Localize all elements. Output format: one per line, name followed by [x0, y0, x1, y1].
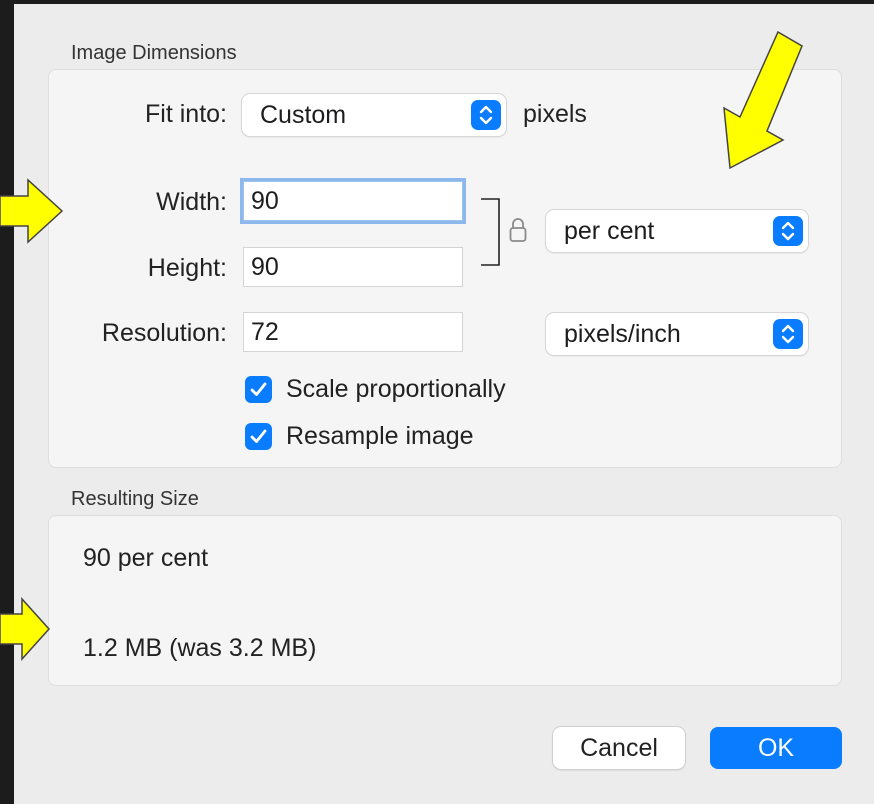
height-field[interactable]: 90 [243, 247, 463, 287]
scale-proportionally-checkbox[interactable] [245, 376, 272, 403]
resulting-size-title: Resulting Size [71, 488, 199, 510]
constrain-bracket [481, 198, 500, 266]
up-down-chevron-icon [773, 319, 803, 349]
annotation-arrow-icon [0, 178, 64, 244]
fit-into-value: Custom [260, 101, 347, 129]
cancel-button[interactable]: Cancel [553, 727, 685, 769]
fit-into-unit-label: pixels [523, 100, 587, 128]
fit-into-select[interactable]: Custom [242, 94, 506, 136]
unit-value: per cent [564, 217, 655, 245]
resolution-field[interactable]: 72 [243, 312, 463, 352]
window-frame-left [0, 0, 14, 804]
resulting-size-panel: 90 per cent 1.2 MB (was 3.2 MB) [48, 515, 842, 686]
width-label: Width: [156, 188, 227, 216]
annotation-arrow-icon [0, 597, 51, 661]
resolution-unit-select[interactable]: pixels/inch [546, 313, 808, 355]
up-down-chevron-icon [471, 100, 501, 130]
height-label: Height: [147, 254, 227, 282]
scale-proportionally-label[interactable]: Scale proportionally [286, 375, 506, 404]
width-field[interactable]: 90 [243, 181, 463, 221]
checkmark-icon [250, 382, 267, 396]
resulting-percent-text: 90 per cent [83, 544, 209, 572]
unit-select[interactable]: per cent [546, 210, 808, 252]
annotation-arrow-icon [723, 30, 803, 170]
resolution-unit-value: pixels/inch [564, 320, 681, 348]
resample-image-checkbox[interactable] [245, 423, 272, 450]
resulting-file-size-text: 1.2 MB (was 3.2 MB) [83, 634, 317, 662]
checkmark-icon [250, 429, 267, 443]
image-dimensions-title: Image Dimensions [71, 42, 237, 64]
lock-icon[interactable] [508, 216, 528, 244]
ok-button[interactable]: OK [710, 727, 842, 769]
resample-image-label[interactable]: Resample image [286, 422, 474, 451]
up-down-chevron-icon [773, 216, 803, 246]
resolution-label: Resolution: [101, 319, 227, 347]
fit-into-label: Fit into: [145, 100, 227, 128]
